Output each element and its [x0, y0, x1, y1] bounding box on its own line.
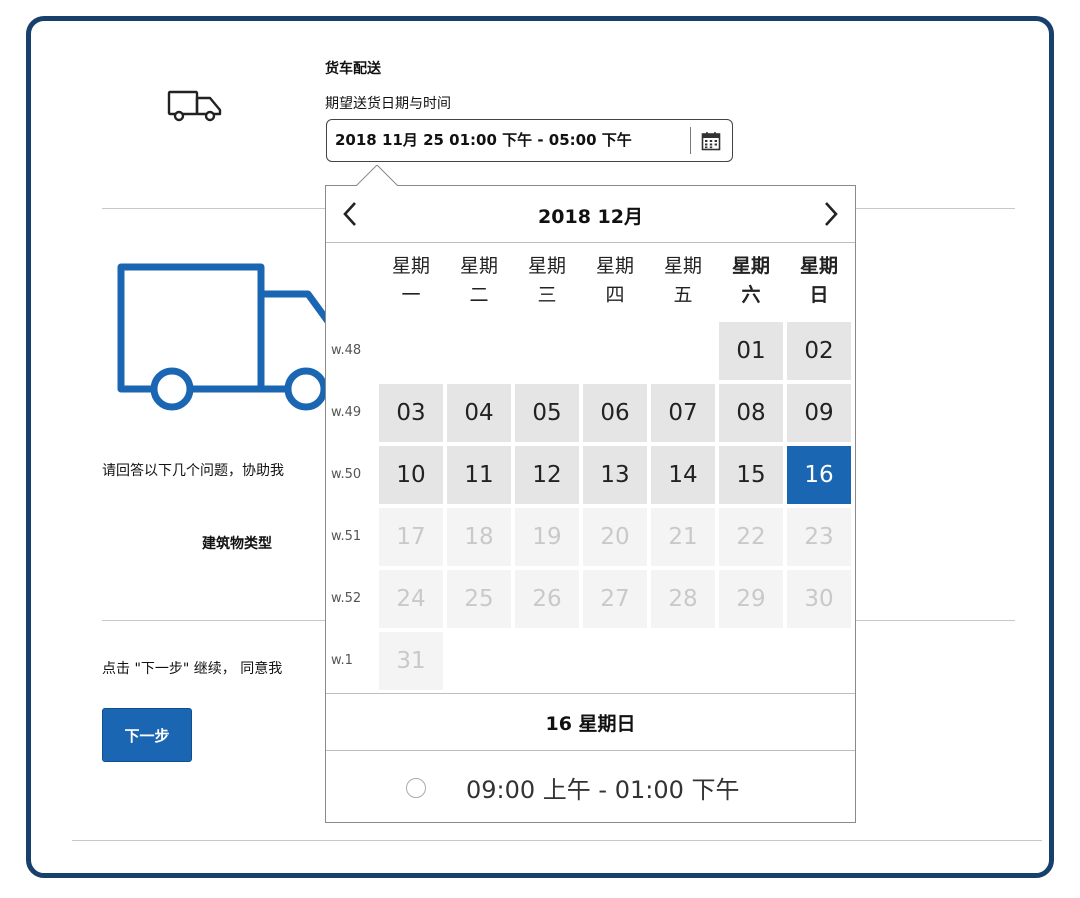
weekday-header: 星期 三: [527, 255, 566, 306]
day-cell: 19: [515, 508, 579, 566]
day-cell[interactable]: 10: [379, 446, 443, 504]
calendar-icon[interactable]: [691, 120, 731, 161]
truck-icon: [167, 90, 222, 122]
agree-text: 点击 "下一步" 继续， 同意我: [102, 661, 283, 677]
day-cell[interactable]: 02: [787, 322, 851, 380]
day-cell[interactable]: 13: [583, 446, 647, 504]
next-button[interactable]: 下一步: [102, 708, 192, 762]
weekday-header: 星期 日: [799, 255, 838, 306]
day-cell[interactable]: 06: [583, 384, 647, 442]
day-cell: 20: [583, 508, 647, 566]
week-number: w.51: [331, 529, 362, 544]
date-picker-popup: 2018 12月 星期 一星期 二星期 三星期 四星期 五星期 六星期 日 w.4…: [325, 185, 856, 823]
week-number: w.52: [331, 591, 362, 606]
day-cell[interactable]: 15: [719, 446, 783, 504]
weekday-header: 星期 四: [595, 255, 634, 306]
section-title: 货车配送: [325, 61, 381, 77]
week-number: w.1: [331, 653, 353, 668]
day-cell[interactable]: 14: [651, 446, 715, 504]
day-cell: 30: [787, 570, 851, 628]
day-cell-selected[interactable]: 16: [787, 446, 851, 504]
day-cell: 21: [651, 508, 715, 566]
day-cell[interactable]: 09: [787, 384, 851, 442]
day-cell: 22: [719, 508, 783, 566]
day-cell: 25: [447, 570, 511, 628]
day-cell: 31: [379, 632, 443, 690]
day-cell: 29: [719, 570, 783, 628]
calendar-header: 2018 12月: [326, 186, 855, 243]
day-cell[interactable]: 05: [515, 384, 579, 442]
day-cell: 18: [447, 508, 511, 566]
week-number: w.48: [331, 343, 362, 358]
chevron-right-icon[interactable]: [815, 198, 847, 230]
popup-caret: [356, 165, 398, 186]
day-cell[interactable]: 08: [719, 384, 783, 442]
weekday-header: 星期 一: [391, 255, 430, 306]
day-cell: 24: [379, 570, 443, 628]
day-cell[interactable]: 11: [447, 446, 511, 504]
radio-icon[interactable]: [406, 778, 426, 798]
day-cell[interactable]: 07: [651, 384, 715, 442]
day-cell: 17: [379, 508, 443, 566]
delivery-date-label: 期望送货日期与时间: [325, 96, 451, 112]
truck-illustration: [117, 263, 342, 411]
question-text: 请回答以下几个问题，协助我: [102, 463, 284, 479]
day-cell: 28: [651, 570, 715, 628]
day-cell[interactable]: 01: [719, 322, 783, 380]
time-slot-label: 09:00 上午 - 01:00 下午: [466, 776, 740, 804]
weekday-header: 星期 二: [459, 255, 498, 306]
day-cell: 27: [583, 570, 647, 628]
week-number: w.49: [331, 405, 362, 420]
weekday-header: 星期 六: [731, 255, 770, 306]
weekday-header: 星期 五: [663, 255, 702, 306]
delivery-date-field[interactable]: 2018 11月 25 01:00 下午 - 05:00 下午: [326, 119, 733, 162]
day-cell: 23: [787, 508, 851, 566]
day-cell[interactable]: 04: [447, 384, 511, 442]
date-value[interactable]: 2018 11月 25 01:00 下午 - 05:00 下午: [327, 127, 691, 154]
day-cell[interactable]: 03: [379, 384, 443, 442]
day-cell: 26: [515, 570, 579, 628]
selected-date-label: 16 星期日: [326, 693, 855, 751]
building-type-label: 建筑物类型: [202, 536, 272, 552]
day-cell[interactable]: 12: [515, 446, 579, 504]
time-slot-option[interactable]: 09:00 上午 - 01:00 下午: [326, 751, 855, 822]
week-number: w.50: [331, 467, 362, 482]
month-title: 2018 12月: [538, 206, 643, 228]
divider: [72, 840, 1042, 841]
